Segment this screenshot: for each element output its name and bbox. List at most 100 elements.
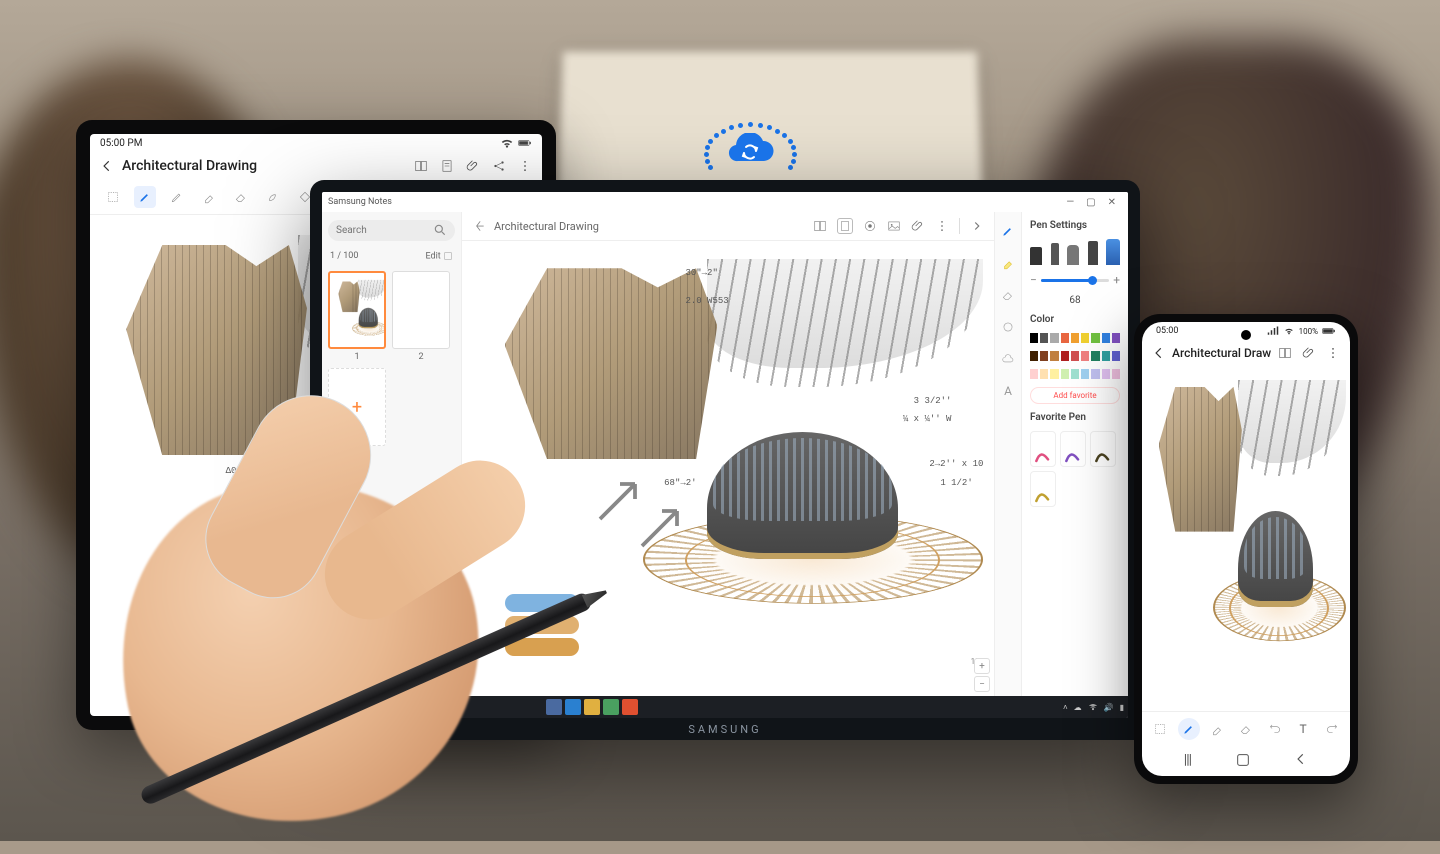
pen-tip-selector[interactable] — [1030, 239, 1120, 265]
color-swatch[interactable] — [1061, 369, 1069, 379]
pen-tool-icon[interactable] — [134, 186, 156, 208]
add-page-button[interactable]: + — [328, 368, 386, 446]
color-swatch[interactable] — [1071, 351, 1079, 361]
phone-canvas[interactable] — [1142, 366, 1350, 711]
color-swatch[interactable] — [1061, 333, 1069, 343]
favorite-pen-list[interactable] — [1030, 431, 1120, 507]
more-icon[interactable] — [1326, 346, 1340, 360]
back-icon[interactable] — [100, 159, 114, 173]
recents-button[interactable]: ||| — [1184, 752, 1191, 768]
favorite-pen[interactable] — [1060, 431, 1086, 467]
color-grid[interactable] — [1030, 333, 1120, 343]
taskbar-pinned-app[interactable] — [565, 699, 581, 715]
system-tray[interactable]: ˄ ☁ 🔊 ▮ — [1063, 702, 1124, 712]
redo-tool-icon[interactable] — [1321, 718, 1343, 740]
page-template-icon[interactable] — [440, 159, 454, 173]
color-swatch[interactable] — [1091, 333, 1099, 343]
add-favorite-button[interactable]: Add favorite — [1030, 387, 1120, 404]
favorite-pen[interactable] — [1090, 431, 1116, 467]
color-swatch[interactable] — [1071, 369, 1079, 379]
favorite-pen[interactable] — [1030, 471, 1056, 507]
back-icon[interactable] — [472, 219, 486, 233]
shape-icon[interactable] — [999, 318, 1017, 336]
select-tool-icon[interactable] — [1149, 718, 1171, 740]
favorite-pen[interactable] — [1030, 431, 1056, 467]
color-swatch[interactable] — [1102, 369, 1110, 379]
windows-start-icon[interactable] — [326, 698, 344, 716]
taskbar-pinned-app[interactable] — [546, 699, 562, 715]
pen-tool-icon[interactable] — [1178, 718, 1200, 740]
color-swatch[interactable] — [1112, 333, 1120, 343]
color-swatch[interactable] — [1091, 351, 1099, 361]
color-grid[interactable] — [1030, 369, 1120, 379]
back-button[interactable] — [1294, 752, 1308, 768]
pen2-tool-icon[interactable] — [166, 186, 188, 208]
text-t-icon[interactable]: A — [999, 382, 1017, 400]
color-swatch[interactable] — [1061, 351, 1069, 361]
color-swatch[interactable] — [1102, 333, 1110, 343]
color-swatch[interactable] — [1081, 369, 1089, 379]
page-thumbnail[interactable] — [328, 271, 386, 349]
taskbar-search[interactable]: Type here to search — [348, 700, 448, 714]
color-swatch[interactable] — [1050, 369, 1058, 379]
highlighter-tool-icon[interactable] — [198, 186, 220, 208]
more-icon[interactable] — [518, 159, 532, 173]
more-icon[interactable] — [935, 219, 949, 233]
edit-pages-button[interactable]: Edit — [426, 251, 453, 261]
eraser-icon[interactable] — [999, 286, 1017, 304]
select-tool-icon[interactable] — [102, 186, 124, 208]
close-button[interactable]: ✕ — [1108, 197, 1116, 208]
pen-icon[interactable] — [999, 222, 1017, 240]
phone-nav-bar: ||| — [1142, 746, 1350, 776]
home-button[interactable] — [1235, 752, 1251, 768]
highlighter-tool-icon[interactable] — [1206, 718, 1228, 740]
page-thumbnail[interactable] — [392, 271, 450, 349]
color-swatch[interactable] — [1050, 333, 1058, 343]
search-icon[interactable] — [433, 223, 447, 237]
phone-camera-notch — [1241, 330, 1251, 340]
color-swatch[interactable] — [1081, 333, 1089, 343]
record-icon[interactable] — [863, 219, 877, 233]
color-swatch[interactable] — [1040, 351, 1048, 361]
color-swatch[interactable] — [1050, 351, 1058, 361]
taskbar-pinned-app[interactable] — [584, 699, 600, 715]
color-grid[interactable] — [1030, 351, 1120, 361]
image-icon[interactable] — [887, 219, 901, 233]
share-icon[interactable] — [492, 159, 506, 173]
color-swatch[interactable] — [1040, 333, 1048, 343]
taskbar-pinned-app[interactable] — [603, 699, 619, 715]
color-swatch[interactable] — [1030, 351, 1038, 361]
color-swatch[interactable] — [1112, 351, 1120, 361]
eraser-tool-icon[interactable] — [1235, 718, 1257, 740]
color-swatch[interactable] — [1102, 351, 1110, 361]
taskbar-pinned-app[interactable] — [622, 699, 638, 715]
attachment-icon[interactable] — [1302, 346, 1316, 360]
attachment-icon[interactable] — [911, 219, 925, 233]
minimize-button[interactable]: — — [1066, 197, 1074, 208]
color-swatch[interactable] — [1112, 369, 1120, 379]
color-swatch[interactable] — [1040, 369, 1048, 379]
color-swatch[interactable] — [1030, 333, 1038, 343]
zoom-in-button[interactable]: + — [974, 658, 990, 674]
attachment-icon[interactable] — [466, 159, 480, 173]
eraser-tool-icon[interactable] — [230, 186, 252, 208]
undo-tool-icon[interactable] — [1264, 718, 1286, 740]
color-swatch[interactable] — [1091, 369, 1099, 379]
expand-icon[interactable] — [970, 219, 984, 233]
color-swatch[interactable] — [1081, 351, 1089, 361]
page-template-icon[interactable] — [837, 218, 853, 234]
color-swatch[interactable] — [1071, 333, 1079, 343]
reading-mode-icon[interactable] — [1278, 346, 1292, 360]
reading-mode-icon[interactable] — [813, 219, 827, 233]
reading-mode-icon[interactable] — [414, 159, 428, 173]
back-icon[interactable] — [1152, 346, 1166, 360]
text-tool-icon[interactable]: T — [1292, 718, 1314, 740]
maximize-button[interactable]: ▢ — [1086, 197, 1095, 208]
shape-tool-icon[interactable] — [262, 186, 284, 208]
color-swatch[interactable] — [1030, 369, 1038, 379]
cloud-shape-icon[interactable] — [999, 350, 1017, 368]
zoom-out-button[interactable]: − — [974, 676, 990, 692]
pen-size-slider[interactable]: − + — [1030, 273, 1120, 287]
canvas[interactable]: 30"→2" 2.0 W553 3 3/2'' ¼ x ¼'' W 68"→2'… — [462, 241, 994, 696]
highlighter-icon[interactable] — [999, 254, 1017, 272]
